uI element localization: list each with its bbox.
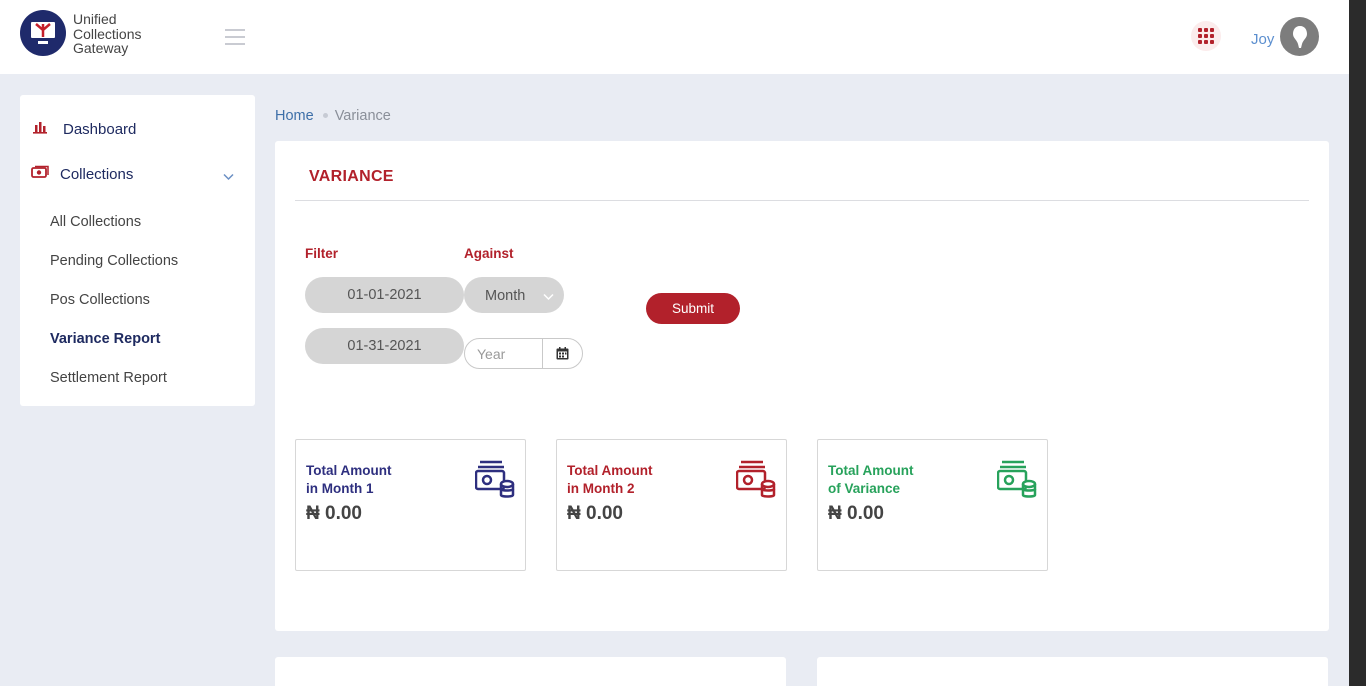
stat-title: Total Amount in Month 1 <box>306 462 391 498</box>
bottom-card-right <box>817 657 1328 686</box>
sidebar-subitem-all-collections[interactable]: All Collections <box>50 214 141 230</box>
sidebar-subitem-variance-report[interactable]: Variance Report <box>50 331 160 347</box>
date-to-field[interactable]: 01-31-2021 <box>305 328 464 364</box>
bar-chart-icon <box>33 120 49 139</box>
year-input-placeholder: Year <box>477 346 506 362</box>
stat-card-variance: Total Amount of Variance ₦ 0.00 <box>817 439 1048 571</box>
sidebar-subitem-pending-collections[interactable]: Pending Collections <box>50 253 178 269</box>
stat-title-line-2: of Variance <box>828 481 901 496</box>
stat-title-line-2: in Month 1 <box>306 481 374 496</box>
year-input[interactable]: Year <box>464 338 583 369</box>
stat-title: Total Amount in Month 2 <box>567 462 652 498</box>
calendar-icon[interactable] <box>542 339 582 368</box>
stat-title-line-1: Total Amount <box>306 463 392 478</box>
logo-line-3: Gateway <box>73 40 129 56</box>
hamburger-menu-icon[interactable] <box>225 29 245 45</box>
date-from-field[interactable]: 01-01-2021 <box>305 277 464 313</box>
breadcrumb: Home Variance <box>275 108 391 124</box>
user-name[interactable]: Joy <box>1251 31 1274 48</box>
logo-text: Unified Collections Gateway <box>73 12 141 56</box>
stat-amount: ₦ 0.00 <box>306 503 362 524</box>
sidebar: Dashboard Collections All Collections Pe… <box>20 95 255 406</box>
chevron-down-icon <box>543 289 554 305</box>
against-label: Against <box>464 246 514 261</box>
chevron-down-icon[interactable] <box>223 168 234 186</box>
grid-apps-icon[interactable] <box>1191 21 1221 51</box>
stat-title-line-2: in Month 2 <box>567 481 635 496</box>
sidebar-item-label: Dashboard <box>63 120 137 138</box>
sidebar-item-collections[interactable]: Collections <box>20 164 255 184</box>
logo-line-2: Collections <box>73 25 142 42</box>
cash-coins-icon <box>735 459 776 504</box>
filter-label: Filter <box>305 246 339 261</box>
stat-card-month-1: Total Amount in Month 1 ₦ 0.00 <box>295 439 526 571</box>
money-icon <box>31 165 49 184</box>
bottom-card-left <box>275 657 786 686</box>
sidebar-subitem-settlement-report[interactable]: Settlement Report <box>50 370 167 386</box>
against-select[interactable]: Month <box>464 277 564 313</box>
stat-title: Total Amount of Variance <box>828 462 913 498</box>
logo-line-1: Unified <box>73 11 117 27</box>
cash-coins-icon <box>996 459 1037 504</box>
logo-icon[interactable] <box>20 10 66 56</box>
cash-coins-icon <box>474 459 515 504</box>
stat-amount: ₦ 0.00 <box>567 503 623 524</box>
page-title: VARIANCE <box>309 168 394 185</box>
title-divider <box>295 200 1309 201</box>
breadcrumb-separator <box>322 112 328 118</box>
user-avatar-icon[interactable] <box>1280 17 1319 56</box>
submit-button[interactable]: Submit <box>646 293 740 324</box>
breadcrumb-home-link[interactable]: Home <box>275 108 314 124</box>
stat-card-month-2: Total Amount in Month 2 ₦ 0.00 <box>556 439 787 571</box>
variance-card: VARIANCE Filter Against 01-01-2021 01-31… <box>275 141 1329 631</box>
window-edge <box>1349 0 1366 686</box>
breadcrumb-current: Variance <box>334 108 391 124</box>
top-bar: Unified Collections Gateway Joy <box>0 0 1349 74</box>
sidebar-item-label: Collections <box>60 165 134 183</box>
against-select-value: Month <box>485 288 526 304</box>
stat-title-line-1: Total Amount <box>567 463 653 478</box>
stat-title-line-1: Total Amount <box>828 463 914 478</box>
sidebar-item-dashboard[interactable]: Dashboard <box>20 119 255 139</box>
sidebar-subitem-pos-collections[interactable]: Pos Collections <box>50 292 150 308</box>
stat-amount: ₦ 0.00 <box>828 503 884 524</box>
